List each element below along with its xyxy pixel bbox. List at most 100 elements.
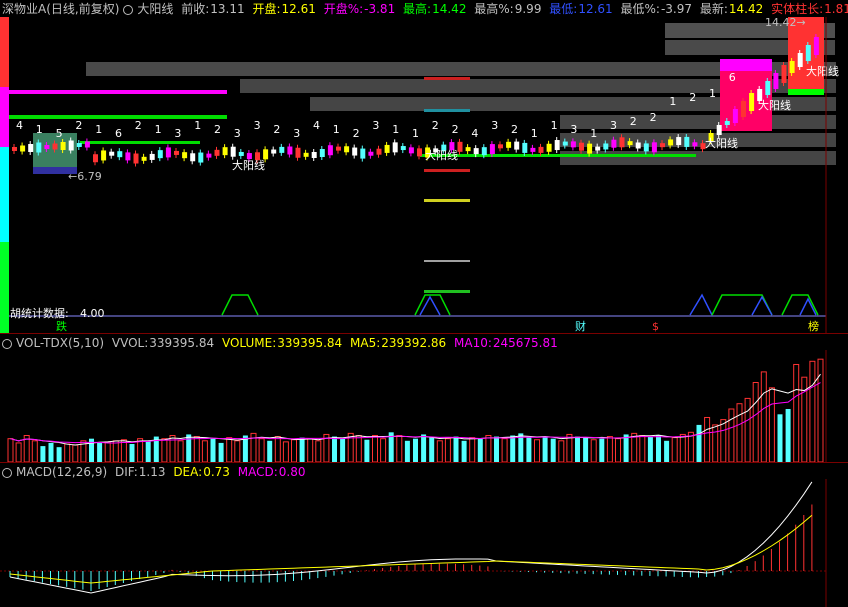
macd-histogram: [9, 504, 813, 591]
volume-bar: [760, 371, 767, 462]
high-price-marker: 14.42→: [765, 17, 806, 29]
volume-bar: [15, 442, 22, 462]
volume-label: VOLUME:: [221, 336, 277, 350]
settings-circle-icon[interactable]: [2, 467, 12, 478]
digit-label: 1: [531, 127, 538, 140]
candle-body: [12, 147, 17, 151]
low-pct-value: -3.97: [660, 2, 693, 16]
volume-bar: [728, 408, 735, 462]
digit-label: 2: [650, 111, 657, 124]
candle-body: [101, 150, 107, 161]
prev-close-label: 前收:: [181, 2, 210, 16]
candle-body: [368, 151, 374, 156]
candle-body: [165, 147, 171, 158]
digit-label: 6: [115, 127, 122, 140]
stock-name[interactable]: 深物业A(日线,前复权): [2, 2, 119, 16]
digit-label: 3: [234, 127, 241, 140]
digit-label: 2: [511, 123, 518, 136]
volume-bar: [282, 441, 289, 462]
candle-body: [230, 146, 236, 157]
level-dash-red: [424, 77, 470, 80]
dea-value: 0.73: [203, 465, 230, 479]
candle-body: [724, 121, 730, 125]
volume-bar: [664, 440, 670, 462]
volume-bar: [623, 434, 629, 462]
digit-label: 3: [174, 127, 181, 140]
candle-body: [773, 73, 779, 89]
volume-bar: [671, 437, 678, 462]
volume-bar: [526, 437, 532, 462]
volume-bar: [64, 443, 71, 462]
ma5-value: 239392.86: [381, 336, 447, 350]
left-strip-up: [0, 17, 9, 87]
candle-body: [352, 147, 358, 156]
volume-bar: [793, 363, 800, 462]
candle-body: [579, 142, 584, 151]
main-price-chart[interactable]: 4 1 52 1 62 1 31 2 33 2 34 1 23 1 12 2 43 2 11 3 13 2 21 2 16 大阳…: [0, 17, 848, 333]
digit-label: 2: [353, 127, 360, 140]
volume-bar: [469, 437, 476, 462]
event-marker[interactable]: $: [652, 320, 659, 333]
candle-body: [392, 142, 398, 153]
digit-label: 6: [729, 71, 736, 84]
volume-bar: [785, 409, 791, 462]
digit-label: 3: [491, 119, 498, 132]
volume-bar: [696, 424, 702, 462]
candle-body: [660, 143, 665, 148]
candle-body: [741, 101, 746, 117]
digit-label: 2: [214, 123, 221, 136]
candle-body: [279, 146, 285, 153]
volume-bar: [404, 440, 410, 462]
event-marker[interactable]: 财: [575, 319, 586, 333]
volume-bar: [72, 444, 79, 462]
candle-body: [327, 145, 333, 156]
low-label: 最低:: [549, 2, 578, 16]
indicator-name[interactable]: 大阳线: [137, 2, 173, 16]
macd-title[interactable]: MACD(12,26,9): [16, 465, 107, 479]
volume-bar: [453, 436, 459, 462]
left-strip-green: [0, 242, 9, 333]
volume-bar: [679, 433, 686, 462]
candle-body: [522, 142, 528, 153]
volume-bar: [639, 435, 646, 462]
volume-bar: [177, 440, 184, 462]
volume-bar: [429, 437, 435, 462]
volume-bar: [380, 438, 387, 462]
candle-body: [222, 147, 228, 156]
volume-bar: [421, 434, 427, 462]
vol-title[interactable]: VOL-TDX(5,10): [16, 336, 104, 350]
volume-value: 339395.84: [277, 336, 343, 350]
digit-label: 3: [293, 127, 300, 140]
volume-bar: [218, 442, 224, 462]
settings-circle-icon[interactable]: [123, 4, 134, 15]
pattern-label: 大阳线: [425, 148, 458, 162]
last-label: 最新:: [699, 2, 728, 16]
candle-body: [376, 148, 382, 155]
event-marker[interactable]: 跌: [56, 319, 67, 333]
candle-body: [627, 141, 633, 146]
candle-body: [506, 141, 512, 148]
candle-body: [400, 146, 406, 151]
candle-body: [271, 149, 277, 154]
candle-body: [692, 142, 698, 147]
volume-bar: [656, 435, 661, 462]
macd-chart[interactable]: [0, 479, 848, 607]
candle-body: [117, 151, 123, 158]
grey-band: [560, 115, 836, 129]
last-value: 14.42: [728, 2, 764, 16]
volume-bar: [31, 440, 38, 462]
digit-label: 2: [689, 91, 696, 104]
grey-band: [560, 133, 836, 147]
dea-label: DEA:: [173, 465, 203, 479]
digit-label: 1: [551, 119, 558, 132]
digit-label: 1: [392, 123, 399, 136]
high-value: 14.42: [432, 2, 467, 16]
event-marker[interactable]: 榜: [808, 319, 819, 333]
volume-chart[interactable]: [0, 350, 848, 462]
volume-bar: [558, 440, 565, 462]
candle-body: [765, 81, 771, 95]
candle-body: [805, 45, 811, 61]
candle-body: [457, 141, 463, 152]
settings-circle-icon[interactable]: [2, 338, 12, 349]
volume-bar: [291, 439, 297, 462]
